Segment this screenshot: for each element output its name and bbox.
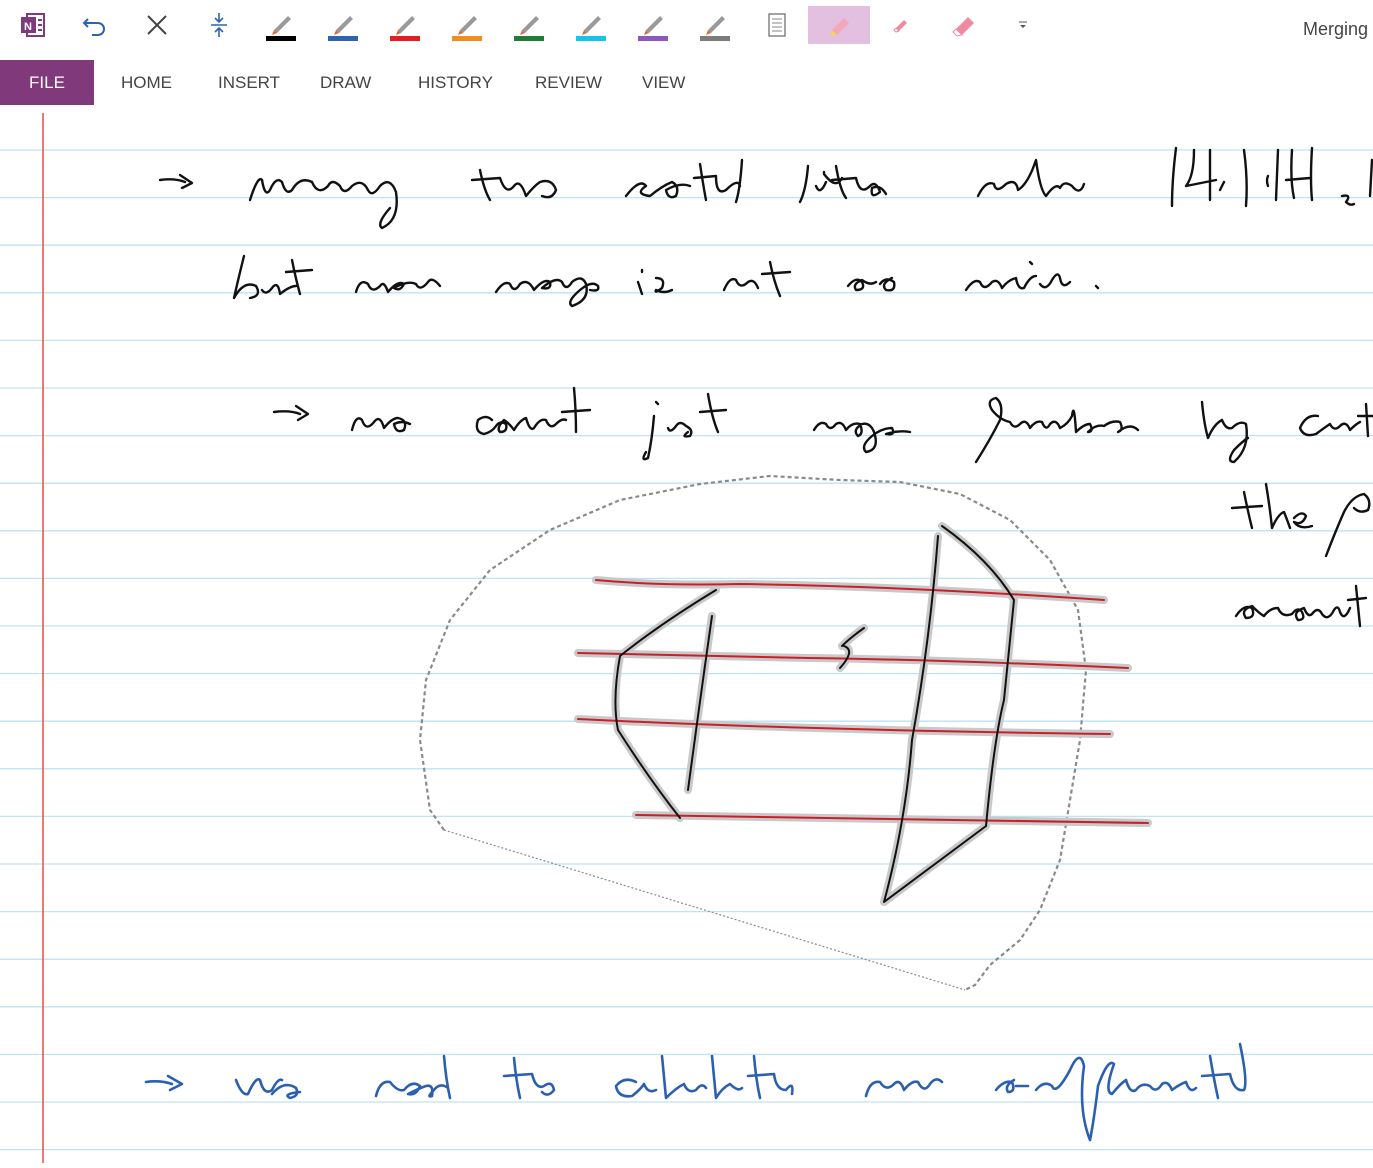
pen-green-icon[interactable] (506, 6, 552, 44)
pen-gray-icon[interactable] (692, 6, 738, 44)
pen-purple-icon[interactable] (630, 6, 676, 44)
ruled-page (0, 113, 1373, 1163)
pen-orange-icon[interactable] (444, 6, 490, 44)
svg-text:N: N (24, 21, 32, 33)
insert-space-icon[interactable] (196, 6, 242, 44)
pen-black-icon[interactable] (258, 6, 304, 44)
ink-line-cannot-merge[interactable] (272, 386, 1373, 464)
tab-view[interactable]: VIEW (642, 73, 685, 93)
ink-line-coefficients[interactable] (144, 1042, 1247, 1142)
tab-draw[interactable]: DRAW (320, 73, 371, 93)
onenote-logo-icon: N (10, 6, 56, 44)
pen-blue-icon[interactable] (320, 6, 366, 44)
ink-line-merging[interactable] (158, 146, 1373, 230)
highlighter-pink-icon[interactable] (808, 6, 870, 44)
tab-home[interactable]: HOME (121, 73, 172, 93)
tab-insert[interactable]: INSERT (218, 73, 280, 93)
eraser-small-icon[interactable] (878, 6, 924, 44)
lasso-delete-icon[interactable] (134, 6, 180, 44)
ink-line-naive[interactable] (232, 254, 1100, 308)
eraser-large-icon[interactable] (940, 6, 986, 44)
ribbon-tab-bar: FILE HOME INSERT DRAW HISTORY REVIEW VIE… (0, 60, 1373, 105)
pen-red-icon[interactable] (382, 6, 428, 44)
quick-access-toolbar: N Merging (0, 0, 1373, 60)
note-page-canvas[interactable] (0, 105, 1373, 1163)
tab-file[interactable]: FILE (0, 60, 94, 105)
tab-history[interactable]: HISTORY (418, 73, 493, 93)
ink-right-margin-words[interactable] (1230, 482, 1371, 628)
pen-cyan-icon[interactable] (568, 6, 614, 44)
undo-icon[interactable] (72, 6, 118, 44)
tab-review[interactable]: REVIEW (535, 73, 602, 93)
customize-dropdown-icon[interactable] (1000, 6, 1046, 44)
window-title: Merging (1302, 19, 1368, 39)
page-icon[interactable] (754, 6, 800, 44)
